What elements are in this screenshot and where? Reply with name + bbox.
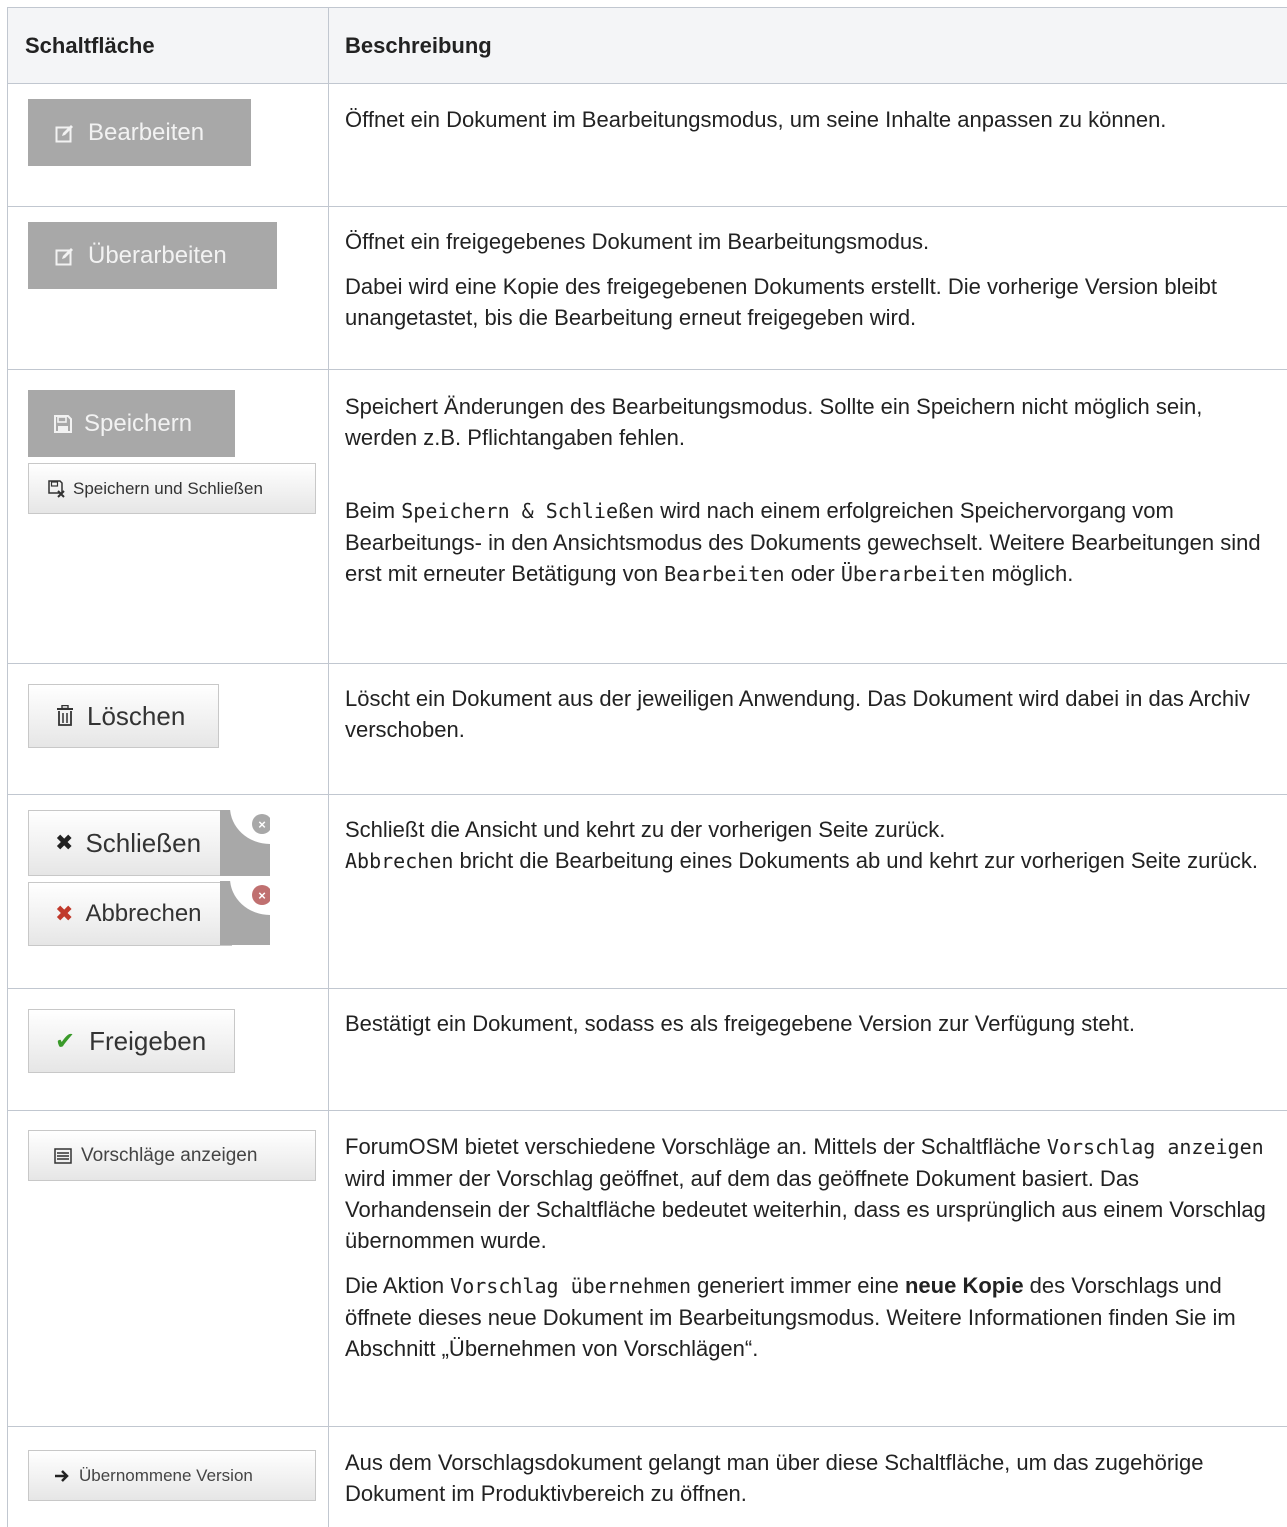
- row-description: Speichert Änderungen des Bearbeitungsmod…: [345, 391, 1275, 453]
- row-description: Öffnet ein freigegebenes Dokument im Bea…: [345, 226, 1275, 257]
- list-icon: [53, 1148, 73, 1164]
- header-row: Schaltfläche Beschreibung: [8, 8, 1287, 84]
- cancel-icon: ✖: [55, 901, 73, 927]
- table-row: Vorschläge anzeigen ForumOSM bietet vers…: [8, 1111, 1287, 1427]
- close-icon: ✖: [55, 830, 73, 856]
- bearbeiten-label: Bearbeiten: [88, 119, 204, 147]
- table-row: Bearbeiten Öffnet ein Dokument im Bearbe…: [8, 84, 1287, 207]
- table-row: Speichern Speichern und Schließen Speich…: [8, 370, 1287, 664]
- buttons-table: Schaltfläche Beschreibung Bearbeiten Öff…: [7, 7, 1287, 1527]
- close-tab-icon: ×: [252, 814, 270, 834]
- table-row: ✔ Freigeben Bestätigt ein Dokument, soda…: [8, 989, 1287, 1111]
- freigeben-label: Freigeben: [89, 1026, 206, 1057]
- bearbeiten-button[interactable]: Bearbeiten: [28, 99, 251, 166]
- speichern-und-schliessen-label: Speichern und Schließen: [73, 479, 263, 499]
- ueberarbeiten-label: Überarbeiten: [88, 242, 227, 270]
- row-description: Die Aktion Vorschlag übernehmen generier…: [345, 1270, 1275, 1364]
- uebernommene-version-button[interactable]: Übernommene Version: [28, 1450, 316, 1501]
- abbrechen-button[interactable]: ✖ Abbrechen: [28, 882, 232, 946]
- speichern-und-schliessen-button[interactable]: Speichern und Schließen: [28, 463, 316, 514]
- arrow-right-icon: [53, 1469, 71, 1483]
- check-icon: ✔: [55, 1027, 75, 1056]
- row-description: Dabei wird eine Kopie des freigegebenen …: [345, 271, 1275, 333]
- vorschlaege-anzeigen-button[interactable]: Vorschläge anzeigen: [28, 1130, 316, 1181]
- table-row: Überarbeiten Öffnet ein freigegebenes Do…: [8, 207, 1287, 370]
- row-description: Schließt die Ansicht und kehrt zu der vo…: [345, 814, 1275, 845]
- header-schaltflaeche: Schaltfläche: [8, 8, 329, 84]
- header-beschreibung: Beschreibung: [329, 8, 1287, 84]
- save-icon: [52, 414, 74, 434]
- abbrechen-label: Abbrechen: [85, 900, 201, 928]
- cancel-side-tab[interactable]: ×: [220, 881, 270, 945]
- row-description: Löscht ein Dokument aus der jeweiligen A…: [345, 683, 1275, 745]
- ueberarbeiten-button[interactable]: Überarbeiten: [28, 222, 277, 289]
- trash-icon: [55, 705, 75, 727]
- speichern-button[interactable]: Speichern: [28, 390, 235, 457]
- loeschen-label: Löschen: [87, 701, 185, 732]
- row-description: ForumOSM bietet verschiedene Vorschläge …: [345, 1131, 1275, 1256]
- save-close-icon: [47, 480, 67, 498]
- edit-icon: [54, 123, 76, 143]
- table-row: Löschen Löscht ein Dokument aus der jewe…: [8, 664, 1287, 795]
- table-row: ✖ Schließen ✖ Abbrechen × × Schließt die…: [8, 795, 1287, 989]
- table-row: Übernommene Version Aus dem Vorschlagsdo…: [8, 1427, 1287, 1527]
- schliessen-label: Schließen: [85, 828, 201, 859]
- schliessen-button[interactable]: ✖ Schließen: [28, 810, 232, 876]
- speichern-label: Speichern: [84, 410, 192, 438]
- row-description: Öffnet ein Dokument im Bearbeitungsmodus…: [345, 104, 1275, 135]
- row-description: Bestätigt ein Dokument, sodass es als fr…: [345, 1008, 1275, 1039]
- edit-icon: [54, 246, 76, 266]
- cancel-tab-icon: ×: [252, 885, 270, 905]
- freigeben-button[interactable]: ✔ Freigeben: [28, 1009, 235, 1073]
- uebernommene-version-label: Übernommene Version: [79, 1466, 253, 1486]
- loeschen-button[interactable]: Löschen: [28, 684, 219, 748]
- vorschlaege-anzeigen-label: Vorschläge anzeigen: [81, 1145, 257, 1167]
- row-description: Abbrechen bricht die Bearbeitung eines D…: [345, 845, 1275, 877]
- row-description: Aus dem Vorschlagsdokument gelangt man ü…: [345, 1447, 1275, 1509]
- close-side-tab[interactable]: ×: [220, 810, 270, 876]
- row-description: Beim Speichern & Schließen wird nach ein…: [345, 495, 1275, 590]
